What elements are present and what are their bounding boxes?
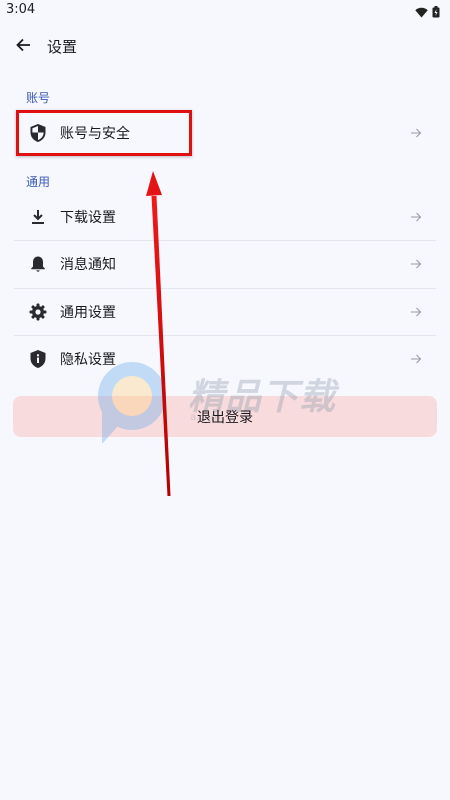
battery-icon <box>432 3 440 22</box>
settings-item-label: 隐私设置 <box>60 352 116 368</box>
settings-item-label: 通用设置 <box>60 305 116 321</box>
top-app-bar: 设置 <box>0 24 450 70</box>
settings-item-download[interactable]: 下载设置 <box>14 194 436 240</box>
status-icons <box>415 3 440 22</box>
section-header-general: 通用 <box>26 175 51 189</box>
privacy-shield-icon <box>28 349 48 369</box>
annotation-highlight-box <box>16 110 192 156</box>
arrow-right-icon <box>408 125 424 141</box>
wifi-icon <box>415 3 428 22</box>
settings-screen: 3:04 设置 账号 账号与安全 通用 下载设置 消息通知 通用设置 隐私设置 … <box>0 0 450 800</box>
section-header-account: 账号 <box>26 91 51 105</box>
settings-item-notifications[interactable]: 消息通知 <box>14 241 436 287</box>
bell-icon <box>28 254 48 274</box>
settings-item-label: 消息通知 <box>60 257 116 273</box>
logout-label: 退出登录 <box>197 409 253 426</box>
download-icon <box>28 207 48 227</box>
arrow-right-icon <box>408 351 424 367</box>
settings-item-general[interactable]: 通用设置 <box>14 289 436 335</box>
arrow-left-icon <box>15 37 31 57</box>
arrow-right-icon <box>408 304 424 320</box>
gear-icon <box>28 302 48 322</box>
page-title: 设置 <box>47 38 78 56</box>
status-time: 3:04 <box>6 2 36 17</box>
status-bar: 3:04 <box>0 0 450 22</box>
back-button[interactable] <box>10 34 36 60</box>
arrow-right-icon <box>408 256 424 272</box>
settings-item-label: 下载设置 <box>60 210 116 226</box>
logout-button[interactable]: 退出登录 <box>13 396 437 437</box>
settings-item-privacy[interactable]: 隐私设置 <box>14 336 436 382</box>
arrow-right-icon <box>408 209 424 225</box>
